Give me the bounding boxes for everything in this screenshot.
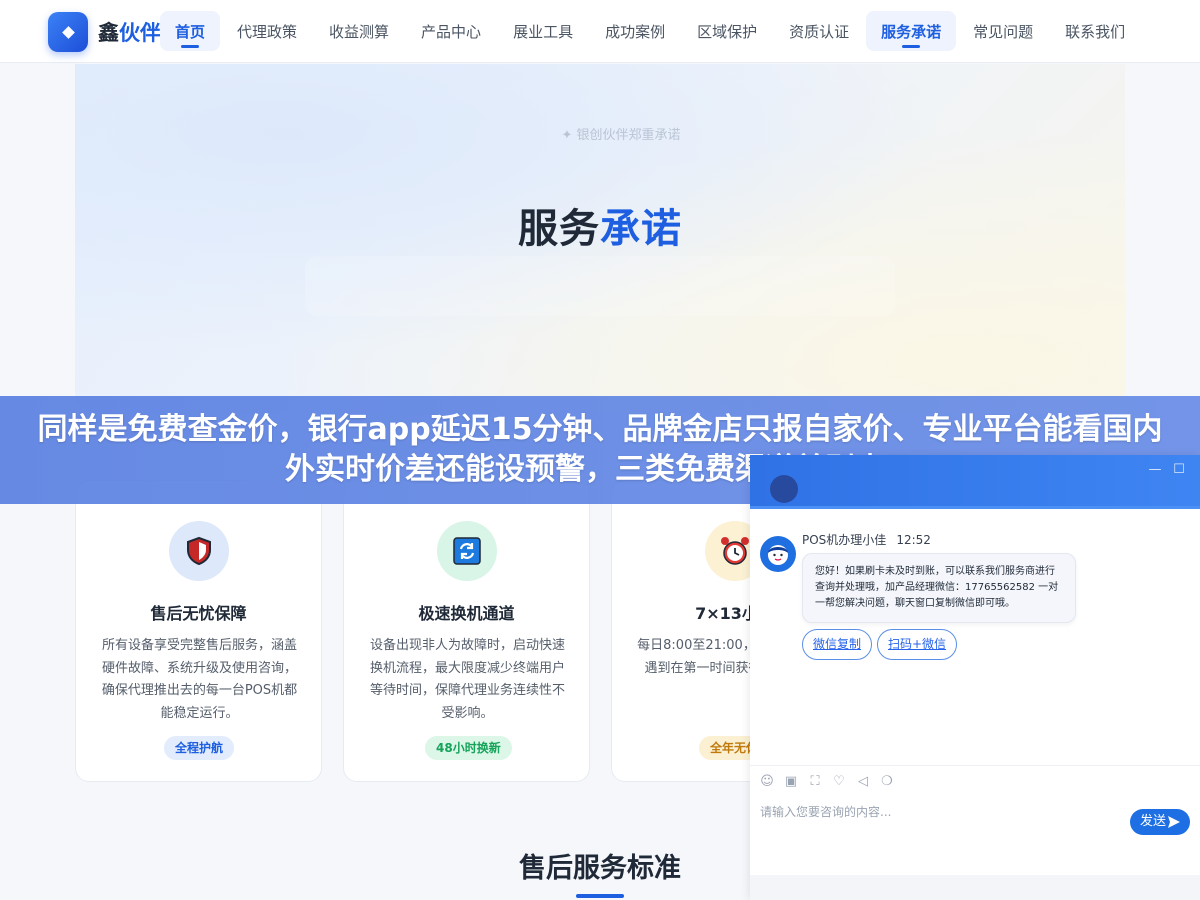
hero-title-part1: 服务	[518, 206, 600, 252]
hero-badge: ✦ 银创伙伴郑重承诺	[561, 128, 681, 143]
service-card-aftersales: 售后无忧保障 所有设备享受完整售后服务，涵盖硬件故障、系统升级及使用咨询，确保代…	[75, 480, 322, 782]
logo-text: 鑫伙伴	[98, 17, 161, 47]
chat-footer	[750, 875, 1200, 900]
nav-item-products[interactable]: 产品中心	[406, 11, 496, 51]
screenshot-icon[interactable]: ⛶	[808, 774, 822, 789]
nav-item-service-promise[interactable]: 服务承诺	[866, 11, 957, 51]
image-icon[interactable]: ▣	[784, 774, 798, 789]
emoji-icon[interactable]: ☺	[760, 774, 774, 789]
nav-menu: 首页 代理政策 收益测算 产品中心 展业工具 成功案例 区域保护 资质认证 服务…	[160, 11, 1142, 51]
evaluate-icon[interactable]: ♡	[832, 774, 846, 789]
logo[interactable]: 鑫伙伴	[48, 12, 161, 52]
service-card-fast-exchange: 极速换机通道 设备出现非人为故障时，启动快速换机流程，最大限度减少终端用户等待时…	[343, 480, 590, 782]
chat-header-avatar	[770, 475, 798, 503]
hero-subtitle-area	[305, 256, 895, 316]
logo-text-part2: 伙伴	[119, 21, 161, 45]
nav-item-income-calc[interactable]: 收益测算	[314, 11, 404, 51]
nav-item-tools[interactable]: 展业工具	[498, 11, 588, 51]
logo-text-part1: 鑫	[98, 21, 119, 45]
agent-name-line: POS机办理小佳 12:52	[802, 531, 931, 548]
nav-item-region-protect[interactable]: 区域保护	[682, 11, 772, 51]
agent-avatar	[760, 536, 796, 572]
card-title: 售后无忧保障	[150, 604, 247, 623]
shield-icon	[169, 521, 229, 581]
card-description: 设备出现非人为故障时，启动快速换机流程，最大限度减少终端用户等待时间，保障代理业…	[369, 638, 565, 721]
minimize-icon[interactable]: —	[1146, 461, 1164, 479]
hero-title: 服务承诺	[75, 196, 1125, 254]
send-button-label: 发送	[1140, 814, 1167, 829]
nav-item-agency-policy[interactable]: 代理政策	[222, 11, 312, 51]
chat-widget: — ☐ POS机办理小佳 12:52 您好！如果刷卡未及时到账，可以联系我们服务商…	[750, 455, 1200, 900]
wechat-icon[interactable]: ❍	[880, 774, 894, 789]
refresh-icon	[437, 521, 497, 581]
agent-name: POS机办理小佳	[802, 533, 887, 547]
nav-item-faq[interactable]: 常见问题	[958, 11, 1048, 51]
message-time: 12:52	[896, 533, 931, 547]
card-tag: 全程护航	[164, 736, 235, 760]
nav-item-cases[interactable]: 成功案例	[590, 11, 680, 51]
copy-wechat-button[interactable]: 微信复制	[802, 629, 873, 660]
chat-messages: POS机办理小佳 12:52 您好！如果刷卡未及时到账，可以联系我们服务商进行查询…	[750, 512, 1200, 765]
nav-item-home[interactable]: 首页	[160, 11, 221, 51]
hero-title-part2: 承诺	[600, 206, 682, 252]
nav-item-certification[interactable]: 资质认证	[774, 11, 864, 51]
voice-icon[interactable]: ◁	[856, 774, 870, 789]
send-button[interactable]: 发送	[1130, 809, 1190, 835]
card-tag: 48小时换新	[425, 736, 512, 760]
card-title: 极速换机通道	[418, 604, 515, 623]
card-description: 所有设备享受完整售后服务，涵盖硬件故障、系统升级及使用咨询，确保代理推出去的每一…	[101, 638, 298, 721]
send-icon	[1168, 816, 1180, 828]
scan-add-wechat-button[interactable]: 扫码+微信	[877, 629, 958, 660]
maximize-icon[interactable]: ☐	[1170, 461, 1188, 479]
section-title-underline	[576, 894, 624, 898]
hero-section: ✦ 银创伙伴郑重承诺 服务承诺	[75, 64, 1125, 414]
chat-input[interactable]	[760, 800, 1120, 824]
chat-message-bubble: 您好！如果刷卡未及时到账，可以联系我们服务商进行查询并处理哦，加产品经理微信：1…	[802, 553, 1076, 623]
chat-toolbar: ☺ ▣ ⛶ ♡ ◁ ❍	[750, 765, 1200, 797]
chat-header: — ☐	[750, 455, 1200, 509]
top-nav: 鑫伙伴 首页 代理政策 收益测算 产品中心 展业工具 成功案例 区域保护 资质认…	[0, 0, 1200, 63]
nav-item-contact[interactable]: 联系我们	[1050, 11, 1140, 51]
logo-icon	[48, 12, 88, 52]
